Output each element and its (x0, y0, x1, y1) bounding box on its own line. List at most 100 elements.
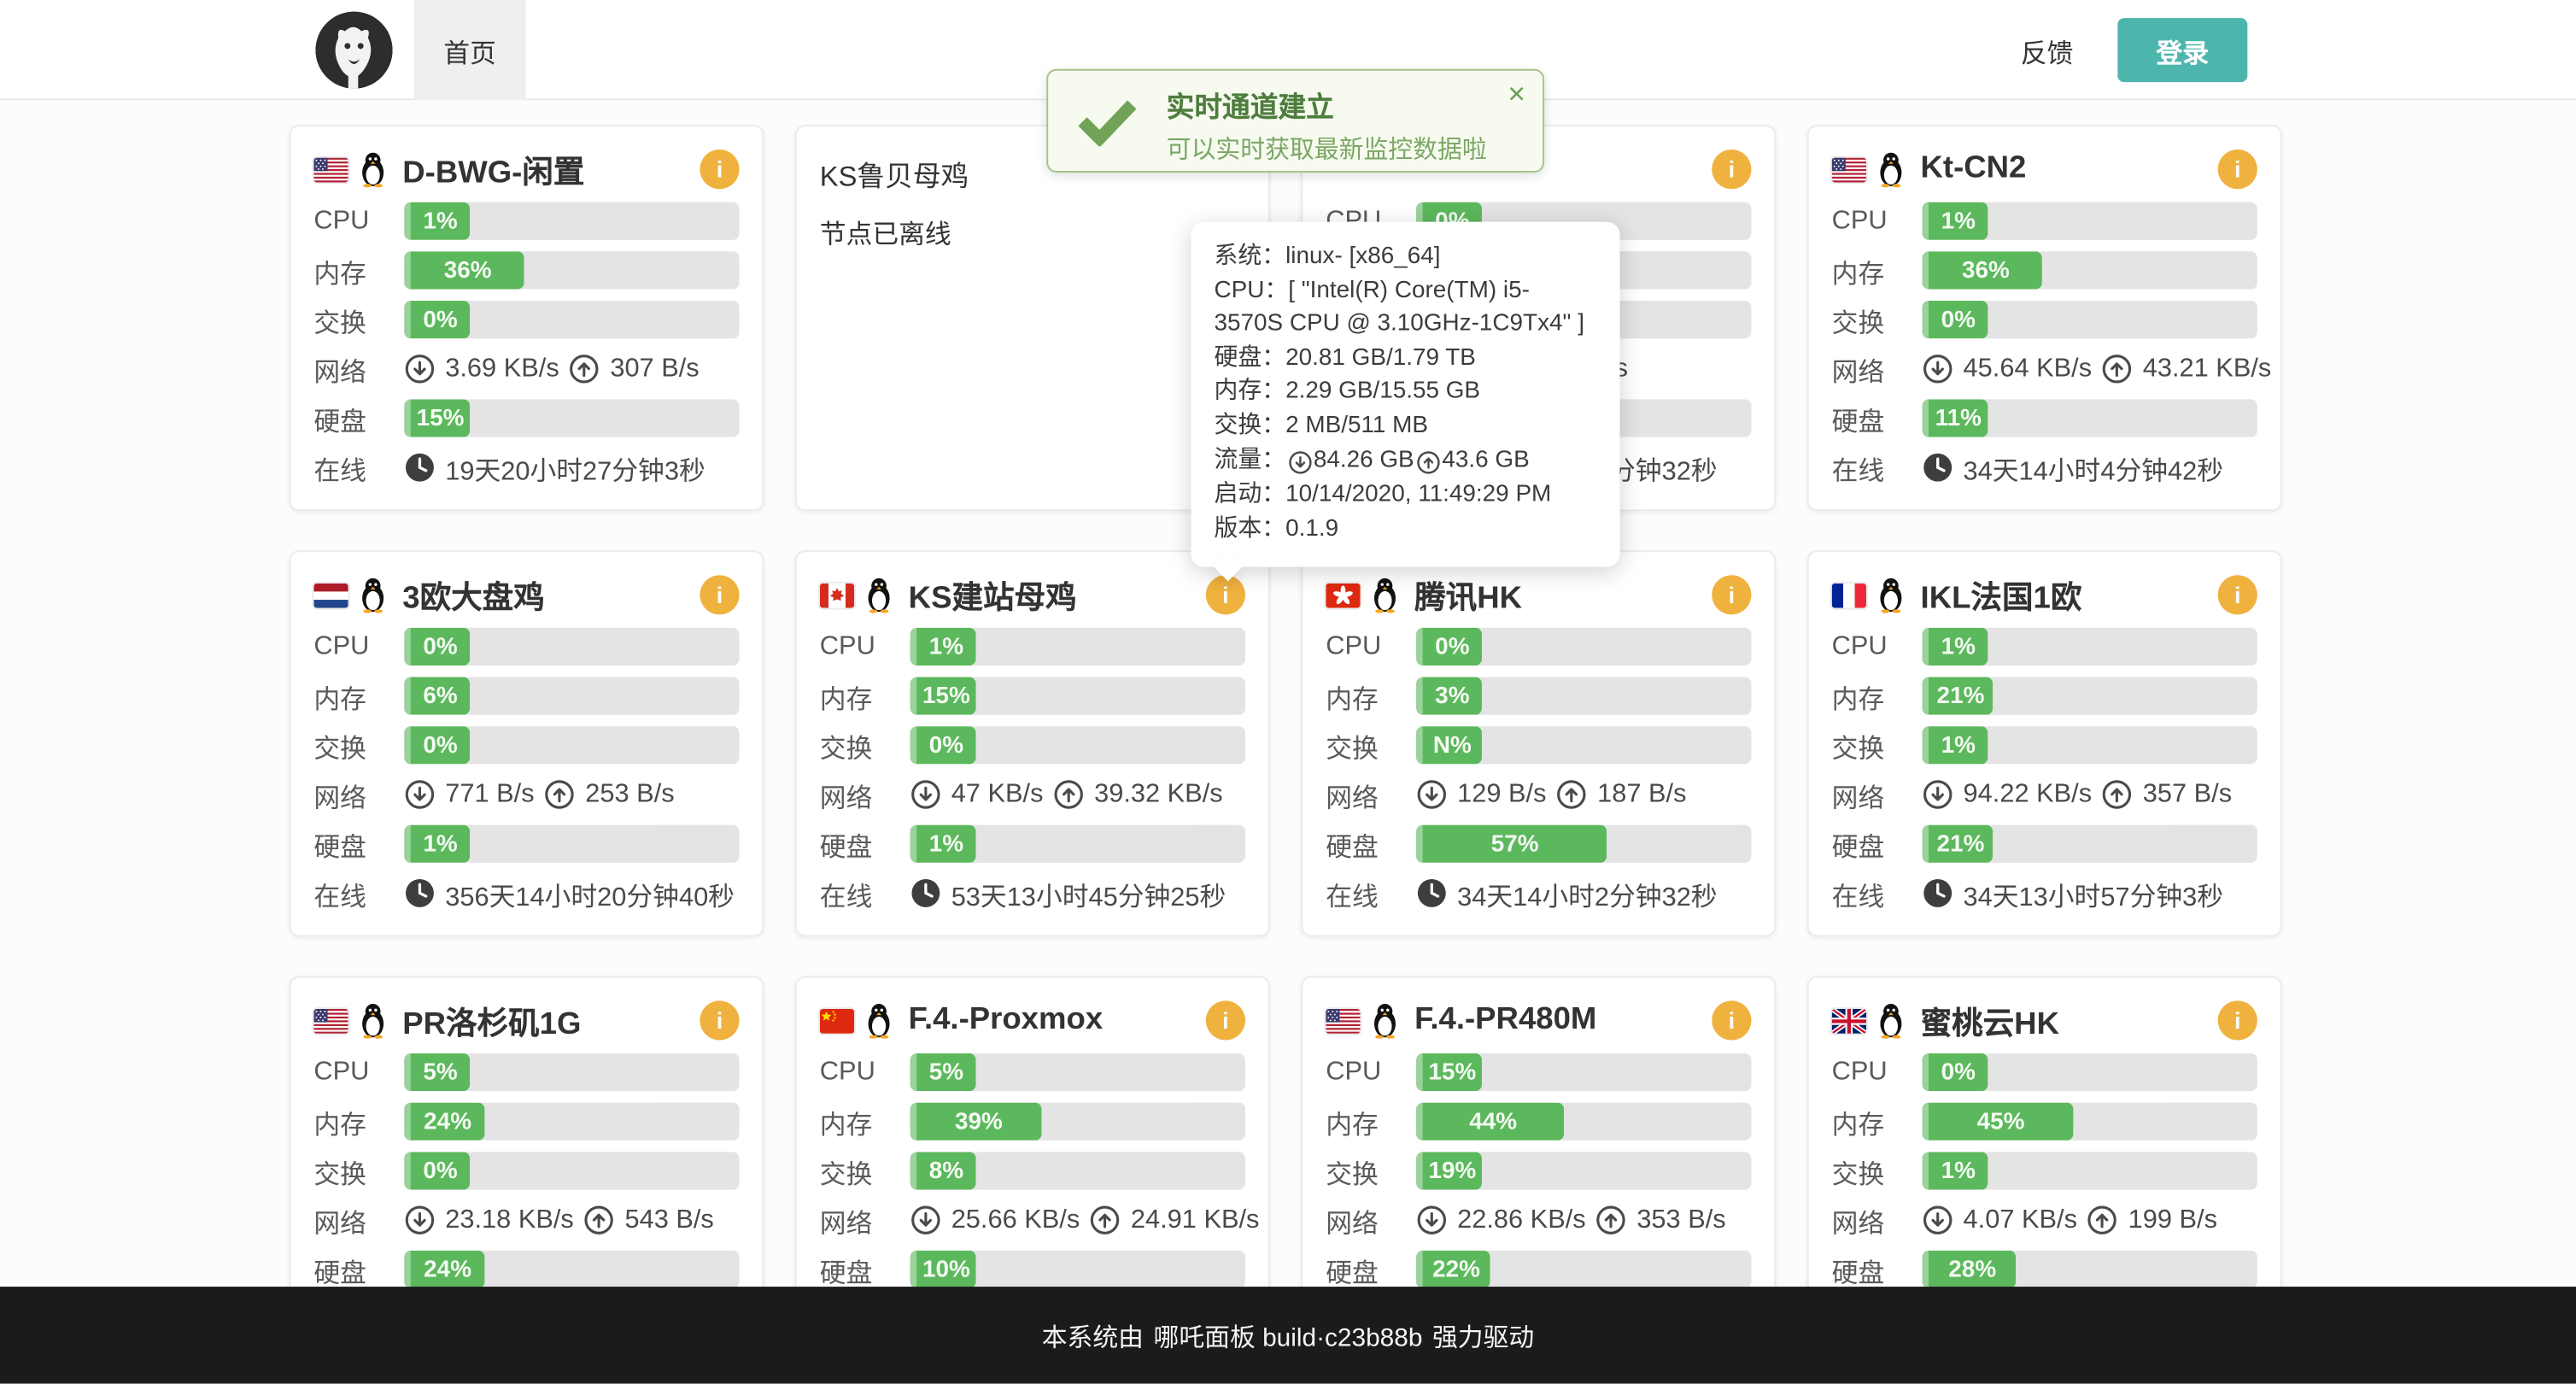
progress-bar: 1% (1922, 628, 2257, 666)
metric-label: 在线 (1832, 873, 1923, 912)
metric-label: 网络 (313, 775, 404, 814)
info-icon[interactable]: i (1206, 575, 1245, 614)
metric-label: 在线 (313, 448, 404, 487)
net-down-value: 3.69 KB/s (445, 355, 559, 384)
network-speeds: 771 B/s 253 B/s (404, 779, 674, 811)
tab-home[interactable]: 首页 (414, 0, 526, 100)
metric-row: 硬盘 21% (1832, 825, 2257, 863)
uptime: 34天14小时4分钟42秒 (1922, 448, 2223, 487)
info-icon[interactable]: i (700, 575, 739, 614)
progress-fill: 5% (404, 1053, 470, 1091)
progress-value: 0% (1435, 633, 1469, 660)
download-icon (404, 354, 436, 385)
progress-value: 1% (929, 830, 963, 857)
progress-bar: 10% (910, 1251, 1245, 1288)
metric-row: 交换 0% (313, 1152, 739, 1189)
network-speeds: 94.22 KB/s 357 B/s (1922, 779, 2232, 811)
clock-icon (1922, 877, 1953, 909)
net-down-value: 771 B/s (445, 780, 534, 810)
server-card-header: F.4.-PR480M i (1326, 994, 1751, 1047)
info-icon[interactable]: i (1712, 150, 1751, 189)
uptime-value: 34天14小时4分钟42秒 (1964, 448, 2223, 487)
progress-value: 3% (1435, 683, 1469, 709)
feedback-link[interactable]: 反馈 (2021, 0, 2074, 100)
clock-icon (1922, 452, 1953, 484)
progress-fill: 0% (404, 301, 470, 338)
metric-row: 内存 44% (1326, 1103, 1751, 1141)
network-speeds: 4.07 KB/s 199 B/s (1922, 1205, 2217, 1236)
metric-label: CPU (1326, 632, 1416, 662)
info-icon[interactable]: i (1206, 1000, 1245, 1040)
info-icon[interactable]: i (1712, 575, 1751, 614)
net-up-value: 307 B/s (610, 355, 699, 384)
progress-value: 24% (424, 1108, 471, 1135)
info-icon[interactable]: i (1712, 1000, 1751, 1040)
progress-bar: 15% (910, 677, 1245, 714)
upload-icon (1090, 1205, 1121, 1236)
metric-row: CPU 0% (313, 628, 739, 666)
server-card-header: PR洛杉矶1G i (313, 994, 739, 1047)
server-card-header: IKL法国1欧 i (1832, 569, 2257, 622)
metric-label: 内存 (1832, 677, 1923, 716)
progress-fill: 0% (404, 1152, 470, 1189)
metric-row: 内存 3% (1326, 677, 1751, 714)
metric-label: 在线 (1326, 873, 1416, 912)
progress-value: 10% (922, 1256, 970, 1282)
metric-row: 网络 94.22 KB/s 357 B/s (1832, 776, 2257, 813)
net-up-value: 199 B/s (2128, 1205, 2217, 1235)
info-icon[interactable]: i (2218, 1000, 2257, 1040)
info-icon[interactable]: i (700, 150, 739, 189)
metric-row: CPU 5% (313, 1053, 739, 1091)
tooltip-label: CPU： (1214, 278, 1288, 304)
progress-bar: 0% (1922, 1053, 2257, 1091)
metric-row: 网络 47 KB/s 39.32 KB/s (820, 776, 1245, 813)
info-icon[interactable]: i (2218, 150, 2257, 189)
metric-label: 网络 (820, 775, 910, 814)
tooltip-value: 0.1.9 (1285, 516, 1338, 542)
info-icon[interactable]: i (700, 1000, 739, 1040)
server-name: KS建站母鸡 (909, 572, 1206, 617)
close-icon[interactable]: ✕ (1507, 82, 1526, 105)
metric-label: 交换 (313, 300, 404, 339)
metric-row: 硬盘 1% (313, 825, 739, 863)
metric-label: CPU (1326, 1058, 1416, 1088)
uptime-value: 19天20小时27分钟3秒 (445, 448, 705, 487)
footer-panel-link[interactable]: 哪吒面板 build·c23b88b (1154, 1317, 1423, 1353)
metric-row: 网络 129 B/s 187 B/s (1326, 776, 1751, 813)
progress-bar: 8% (910, 1152, 1245, 1189)
progress-value: 39% (955, 1108, 1003, 1135)
network-speeds: 25.66 KB/s 24.91 KB/s (910, 1205, 1260, 1236)
tooltip-label: 系统： (1214, 243, 1285, 270)
network-speeds: 23.18 KB/s 543 B/s (404, 1205, 714, 1236)
progress-bar: 45% (1922, 1103, 2257, 1141)
logo-avatar[interactable] (315, 11, 392, 88)
progress-fill: 0% (1416, 628, 1482, 666)
server-card: IKL法国1欧 i CPU 1% 内存 21% 交换 1% 网络 (1807, 550, 2282, 936)
flag-us-icon (313, 157, 348, 182)
info-icon[interactable]: i (2218, 575, 2257, 614)
progress-value: 1% (1941, 732, 1976, 759)
metric-row: 网络 23.18 KB/s 543 B/s (313, 1201, 739, 1239)
progress-fill: 8% (910, 1152, 976, 1189)
net-down-value: 4.07 KB/s (1964, 1205, 2077, 1235)
progress-fill: 15% (1416, 1053, 1482, 1091)
linux-penguin-icon (863, 577, 895, 613)
progress-fill: 36% (404, 251, 524, 289)
toast-message: 可以实时获取最新监控数据啦 (1167, 132, 1487, 166)
progress-bar: 21% (1922, 825, 2257, 863)
flag-gb-icon (1832, 1008, 1866, 1033)
tab-home-label: 首页 (443, 31, 496, 70)
metric-label: CPU (1832, 206, 1923, 236)
progress-value: 1% (1941, 208, 1976, 234)
login-button[interactable]: 登录 (2117, 18, 2247, 82)
metric-row: 交换 0% (820, 726, 1245, 764)
progress-value: 57% (1491, 830, 1539, 857)
net-down-value: 94.22 KB/s (1964, 780, 2093, 810)
tooltip-line: 硬盘：20.81 GB/1.79 TB (1214, 343, 1596, 375)
metric-row: 内存 6% (313, 677, 739, 714)
server-card-header: KS建站母鸡 i (820, 569, 1245, 622)
metric-label: 硬盘 (820, 824, 910, 864)
progress-fill: 39% (910, 1103, 1041, 1141)
flag-ca-icon (820, 583, 854, 607)
metric-row: 硬盘 11% (1832, 399, 2257, 437)
